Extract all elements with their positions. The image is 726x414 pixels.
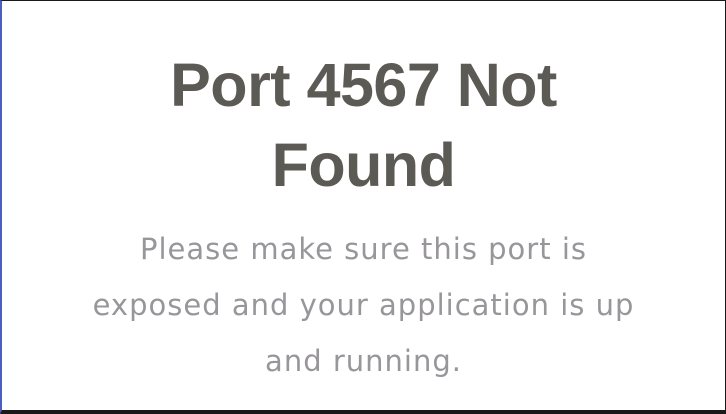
error-message: Please make sure this port is exposed an…	[92, 232, 635, 378]
browser-viewport: Port 4567 Not Found Please make sure thi…	[0, 0, 726, 414]
error-title: Port 4567 Not Found	[170, 51, 557, 199]
error-panel: Port 4567 Not Found Please make sure thi…	[2, 45, 725, 389]
